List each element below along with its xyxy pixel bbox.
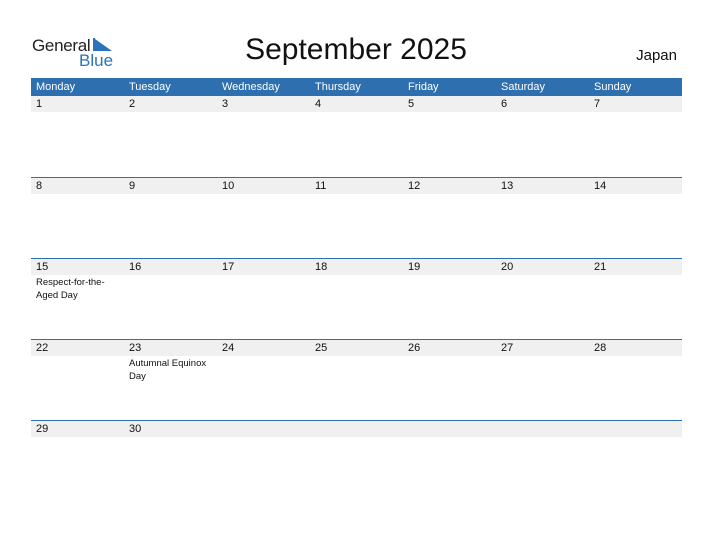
day-number: 8	[36, 180, 43, 192]
day-cell: 4	[310, 96, 403, 113]
holiday-label: Respect-for-the-Aged Day	[36, 277, 105, 301]
day-cell: 18	[310, 259, 403, 302]
day-cell: 25	[310, 340, 403, 383]
day-number: 4	[315, 98, 322, 110]
day-cell: 22	[31, 340, 124, 383]
day-number	[501, 421, 589, 437]
day-number: 14	[594, 180, 607, 192]
day-number: 10	[222, 180, 235, 192]
weekday-tuesday: Tuesday	[129, 81, 171, 93]
day-number	[408, 421, 496, 437]
day-cell	[217, 421, 310, 438]
day-number: 3	[222, 98, 229, 110]
day-number: 21	[594, 261, 607, 273]
day-number: 24	[222, 342, 235, 354]
week-row: 29 30	[31, 420, 682, 501]
day-cell: 7	[589, 96, 682, 113]
day-number: 12	[408, 180, 421, 192]
day-number: 9	[129, 180, 136, 192]
day-cell: 24	[217, 340, 310, 383]
week-cells: 8 9 10 11 12 13 14	[31, 178, 682, 195]
weekday-thursday: Thursday	[315, 81, 361, 93]
day-cell	[310, 421, 403, 438]
page-title: September 2025	[245, 33, 467, 66]
day-number: 1	[36, 98, 43, 110]
day-number: 23	[129, 342, 142, 354]
week-row: 1 2 3 4 5 6 7	[31, 96, 682, 177]
day-number: 19	[408, 261, 421, 273]
day-cell: 2	[124, 96, 217, 113]
week-cells: 1 2 3 4 5 6 7	[31, 96, 682, 113]
week-cells: 29 30	[31, 421, 682, 438]
day-cell: 19	[403, 259, 496, 302]
weeks-container: 1 2 3 4 5 6 7 8 9 10 11 12 13 14 15 Respect-for-the-Age…	[31, 96, 682, 501]
day-cell: 21	[589, 259, 682, 302]
week-row: 8 9 10 11 12 13 14	[31, 177, 682, 258]
weekday-wednesday: Wednesday	[222, 81, 280, 93]
day-cell: 8	[31, 178, 124, 195]
day-number: 16	[129, 261, 142, 273]
weekday-sunday: Sunday	[594, 81, 632, 93]
day-number: 5	[408, 98, 415, 110]
week-cells: 22 23 Autumnal Equinox Day 24 25 26 27 28	[31, 340, 682, 383]
day-number: 20	[501, 261, 514, 273]
day-number: 13	[501, 180, 514, 192]
day-cell: 6	[496, 96, 589, 113]
day-cell: 14	[589, 178, 682, 195]
calendar-grid: Monday Tuesday Wednesday Thursday Friday…	[31, 78, 682, 501]
day-number: 29	[36, 423, 49, 435]
day-cell: 11	[310, 178, 403, 195]
weekday-header: Monday Tuesday Wednesday Thursday Friday…	[31, 78, 682, 96]
day-cell	[589, 421, 682, 438]
day-number: 6	[501, 98, 508, 110]
day-number: 26	[408, 342, 421, 354]
day-cell: 17	[217, 259, 310, 302]
weekday-saturday: Saturday	[501, 81, 546, 93]
day-cell: 15 Respect-for-the-Aged Day	[31, 259, 124, 302]
day-cell: 10	[217, 178, 310, 195]
day-cell: 5	[403, 96, 496, 113]
day-number: 11	[315, 180, 327, 192]
day-number	[222, 421, 310, 437]
country-label: Japan	[636, 47, 677, 64]
day-cell: 29	[31, 421, 124, 438]
day-cell: 26	[403, 340, 496, 383]
week-row: 15 Respect-for-the-Aged Day 16 17 18 19 20 21	[31, 258, 682, 339]
day-cell	[403, 421, 496, 438]
day-cell: 12	[403, 178, 496, 195]
day-number	[315, 421, 403, 437]
day-cell: 16	[124, 259, 217, 302]
day-number: 27	[501, 342, 514, 354]
weekday-monday: Monday	[36, 81, 76, 93]
weekday-friday: Friday	[408, 81, 439, 93]
week-row: 22 23 Autumnal Equinox Day 24 25 26 27 28	[31, 339, 682, 420]
day-cell: 1	[31, 96, 124, 113]
day-number: 15	[36, 261, 49, 273]
holiday-label: Autumnal Equinox Day	[129, 358, 207, 382]
day-number: 22	[36, 342, 49, 354]
day-cell: 30	[124, 421, 217, 438]
day-number	[594, 421, 682, 437]
day-number: 25	[315, 342, 328, 354]
day-cell: 9	[124, 178, 217, 195]
day-number: 30	[129, 423, 142, 435]
day-cell: 23 Autumnal Equinox Day	[124, 340, 217, 383]
day-number: 28	[594, 342, 607, 354]
day-cell: 20	[496, 259, 589, 302]
week-cells: 15 Respect-for-the-Aged Day 16 17 18 19 20 21	[31, 259, 682, 302]
day-cell	[496, 421, 589, 438]
day-cell: 3	[217, 96, 310, 113]
day-cell: 13	[496, 178, 589, 195]
day-cell: 28	[589, 340, 682, 383]
day-number: 18	[315, 261, 328, 273]
day-number: 2	[129, 98, 136, 110]
day-number: 7	[594, 98, 601, 110]
day-number: 17	[222, 261, 235, 273]
day-cell: 27	[496, 340, 589, 383]
